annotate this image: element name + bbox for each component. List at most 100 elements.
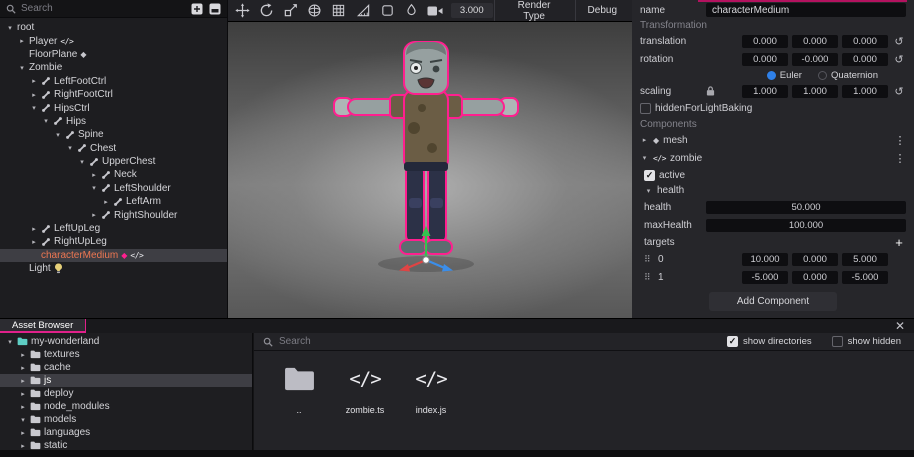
scene-node-Zombie[interactable]: ▾Zombie (0, 61, 227, 74)
chevron-right-icon[interactable]: ▸ (90, 171, 98, 179)
file-item-..[interactable]: .. (270, 363, 328, 415)
chevron-right-icon[interactable]: ▸ (18, 37, 26, 45)
scene-node-LeftShoulder[interactable]: ▾LeftShoulder (0, 182, 227, 195)
chevron-right-icon[interactable]: ▸ (30, 77, 38, 85)
target-row-1[interactable]: ⠿ 1 (632, 268, 914, 286)
scaling-x-input[interactable] (742, 85, 788, 98)
tab-asset-browser[interactable]: Asset Browser (0, 319, 86, 333)
chevron-right-icon[interactable]: ▸ (19, 351, 27, 359)
chevron-right-icon[interactable]: ▸ (30, 225, 38, 233)
scene-node-Neck[interactable]: ▸Neck (0, 168, 227, 181)
chevron-down-icon[interactable]: ▾ (6, 24, 14, 32)
scene-search-input[interactable] (21, 3, 185, 14)
show-directories-checkbox[interactable]: ✓ (727, 336, 738, 347)
zombie-model[interactable] (326, 38, 526, 298)
scene-node-RightFootCtrl[interactable]: ▸RightFootCtrl (0, 88, 227, 101)
show-hidden-checkbox[interactable] (832, 336, 843, 347)
asset-folder-deploy[interactable]: ▸deploy (0, 387, 252, 400)
file-item-index.js[interactable]: </>index.js (402, 363, 460, 415)
chevron-right-icon[interactable]: ▸ (30, 91, 38, 99)
chevron-right-icon[interactable]: ▸ (19, 429, 27, 437)
chevron-right-icon[interactable]: ▸ (19, 403, 27, 411)
chevron-down-icon[interactable]: ▾ (30, 104, 38, 112)
drag-handle-icon[interactable]: ⠿ (644, 272, 654, 283)
target1-x-input[interactable] (742, 271, 788, 284)
scene-node-LeftUpLeg[interactable]: ▸LeftUpLeg (0, 222, 227, 235)
target-row-0[interactable]: ⠿ 0 (632, 250, 914, 268)
scene-node-UpperChest[interactable]: ▾UpperChest (0, 155, 227, 168)
target0-z-input[interactable] (842, 253, 888, 266)
scene-node-root[interactable]: ▾root (0, 21, 227, 34)
reset-translation-button[interactable]: ↺ (892, 35, 906, 48)
chevron-down-icon[interactable]: ▾ (42, 117, 50, 125)
asset-folder-models[interactable]: ▾models (0, 413, 252, 426)
camera-button[interactable] (424, 1, 447, 21)
chevron-down-icon[interactable]: ▾ (90, 184, 98, 192)
panel-layout-button[interactable] (208, 2, 221, 15)
target1-z-input[interactable] (842, 271, 888, 284)
scene-node-characterMedium[interactable]: characterMedium◆</> (0, 249, 227, 262)
active-checkbox[interactable]: ✓ (644, 170, 655, 181)
reset-rotation-button[interactable]: ↺ (892, 53, 906, 66)
chevron-down-icon[interactable]: ▾ (18, 64, 26, 72)
global-space-button[interactable] (303, 1, 326, 21)
drag-handle-icon[interactable]: ⠿ (644, 254, 654, 265)
chevron-right-icon[interactable]: ▸ (19, 364, 27, 372)
asset-folder-cache[interactable]: ▸cache (0, 361, 252, 374)
chevron-right-icon[interactable]: ▸ (102, 198, 110, 206)
chevron-down-icon[interactable]: ▾ (66, 144, 74, 152)
grid-snap-button[interactable] (327, 1, 350, 21)
chevron-right-icon[interactable]: ▸ (19, 390, 27, 398)
zombie-component-row[interactable]: ▾ </> zombie ⋮ (632, 149, 914, 167)
scene-node-LeftArm[interactable]: ▸LeftArm (0, 195, 227, 208)
asset-search-input[interactable] (279, 336, 707, 347)
zombie-menu-button[interactable]: ⋮ (894, 152, 906, 165)
rotate-tool-button[interactable] (255, 1, 278, 21)
scale-tool-button[interactable] (279, 1, 302, 21)
reset-scaling-button[interactable]: ↺ (892, 85, 906, 98)
asset-folder-languages[interactable]: ▸languages (0, 426, 252, 439)
health-input[interactable] (706, 201, 906, 214)
translate-tool-button[interactable] (231, 1, 254, 21)
asset-folder-node_modules[interactable]: ▸node_modules (0, 400, 252, 413)
file-item-zombie.ts[interactable]: </>zombie.ts (336, 363, 394, 415)
scene-node-RightUpLeg[interactable]: ▸RightUpLeg (0, 235, 227, 248)
lighting-button[interactable] (400, 1, 423, 21)
mesh-component-row[interactable]: ▸ ◆ mesh ⋮ (632, 131, 914, 149)
maxhealth-input[interactable] (706, 219, 906, 232)
measure-tool-button[interactable] (351, 1, 374, 21)
asset-folder-static[interactable]: ▸static (0, 439, 252, 450)
chevron-down-icon[interactable]: ▾ (640, 154, 649, 162)
scaling-y-input[interactable] (792, 85, 838, 98)
health-group-row[interactable]: ▾ health (632, 183, 914, 198)
scene-node-Light[interactable]: Light (0, 262, 227, 275)
scene-node-Hips[interactable]: ▾Hips (0, 115, 227, 128)
debug-button[interactable]: Debug (575, 0, 629, 21)
translation-z-input[interactable] (842, 35, 888, 48)
mesh-menu-button[interactable]: ⋮ (894, 134, 906, 147)
hidden-for-lightbaking-checkbox[interactable] (640, 103, 651, 114)
camera-speed-value[interactable]: 3.000 (451, 3, 493, 18)
chevron-down-icon[interactable]: ▾ (78, 158, 86, 166)
scene-node-Player[interactable]: ▸Player</> (0, 34, 227, 47)
name-input[interactable] (706, 3, 906, 17)
render-type-button[interactable]: Render Type (494, 0, 574, 21)
rotation-x-input[interactable] (742, 53, 788, 66)
scene-node-FloorPlane[interactable]: FloorPlane◆ (0, 48, 227, 61)
translation-x-input[interactable] (742, 35, 788, 48)
chevron-down-icon[interactable]: ▾ (644, 187, 653, 195)
target1-y-input[interactable] (792, 271, 838, 284)
add-target-button[interactable]: + (892, 236, 906, 249)
chevron-down-icon[interactable]: ▾ (54, 131, 62, 139)
scaling-z-input[interactable] (842, 85, 888, 98)
scene-node-Spine[interactable]: ▾Spine (0, 128, 227, 141)
chevron-right-icon[interactable]: ▸ (640, 136, 649, 144)
chevron-right-icon[interactable]: ▸ (19, 442, 27, 450)
target0-y-input[interactable] (792, 253, 838, 266)
quaternion-radio[interactable] (818, 71, 827, 80)
add-component-button[interactable]: Add Component (709, 292, 837, 311)
scene-node-Chest[interactable]: ▾Chest (0, 142, 227, 155)
chevron-right-icon[interactable]: ▸ (19, 377, 27, 385)
scene-node-LeftFootCtrl[interactable]: ▸LeftFootCtrl (0, 75, 227, 88)
chevron-right-icon[interactable]: ▸ (30, 238, 38, 246)
